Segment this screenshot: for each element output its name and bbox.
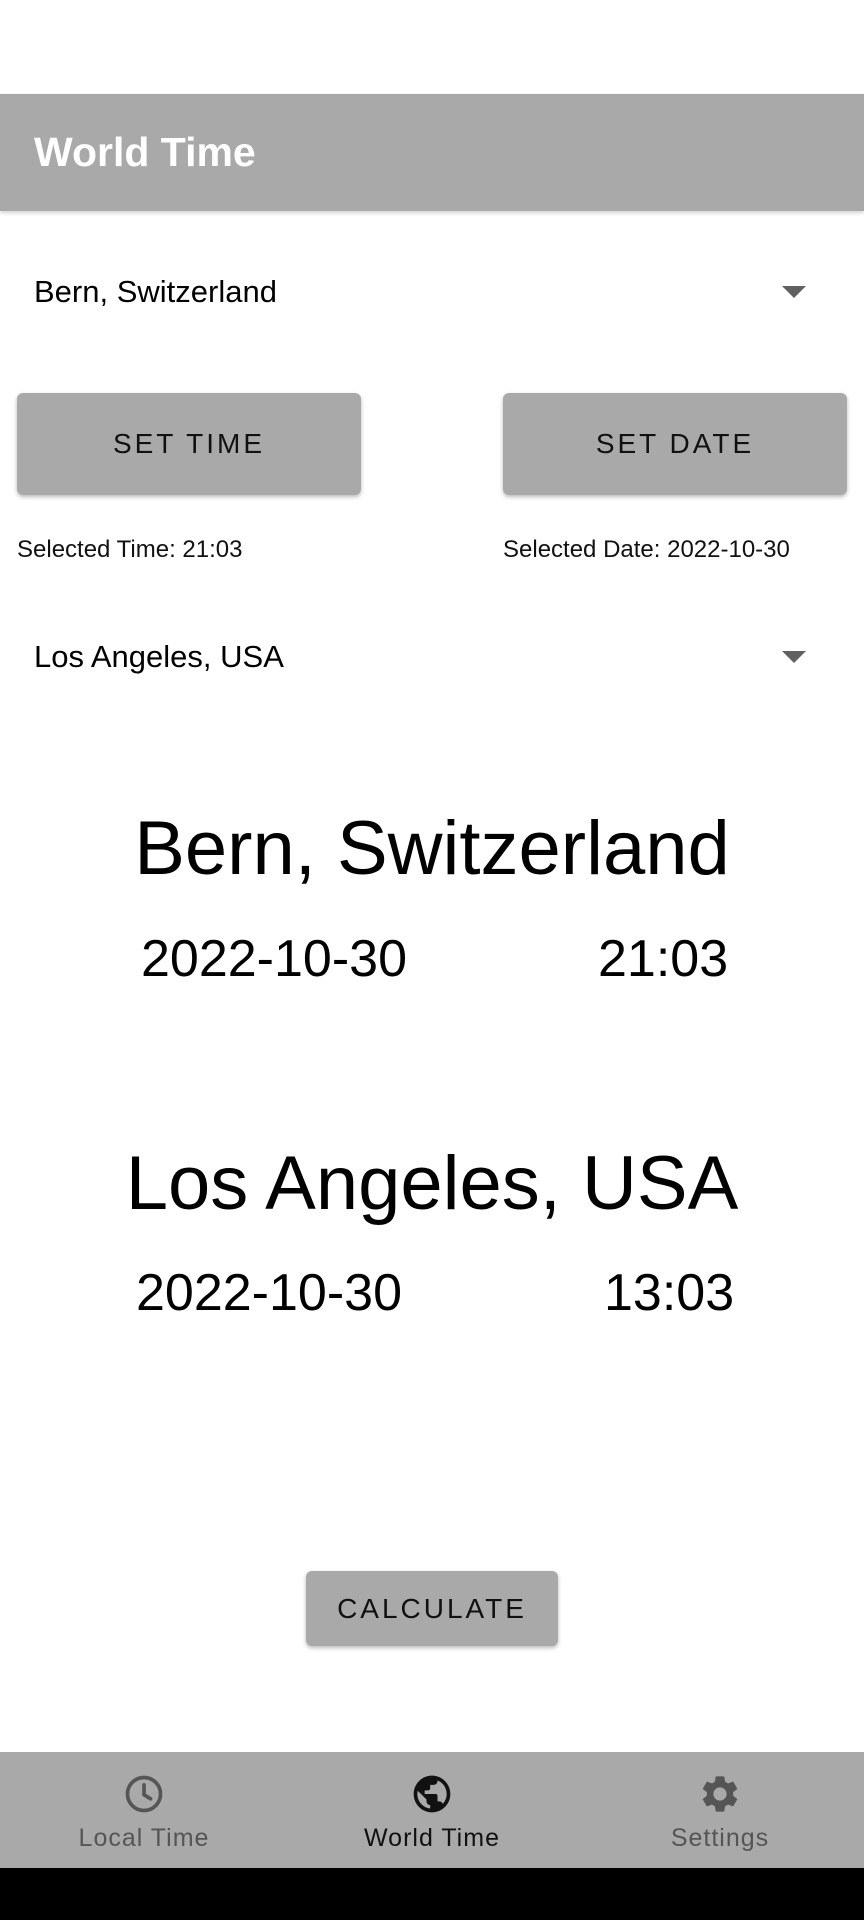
set-time-button[interactable]: SET TIME xyxy=(17,393,361,495)
status-bar xyxy=(0,0,864,94)
nav-label-local-time: Local Time xyxy=(78,1824,210,1852)
gear-icon xyxy=(702,1776,738,1812)
dropdown-arrow-icon xyxy=(782,651,806,663)
set-date-button[interactable]: SET DATE xyxy=(503,393,847,495)
target-city-value: Los Angeles, USA xyxy=(34,639,284,674)
bottom-navigation: Local Time World Time Settings xyxy=(0,1752,864,1868)
source-time-value: 21:03 xyxy=(598,930,729,988)
target-city-title: Los Angeles, USA xyxy=(125,1141,739,1226)
nav-label-world-time: World Time xyxy=(364,1824,500,1852)
target-date-value: 2022-10-30 xyxy=(136,1264,402,1322)
page-title: World Time xyxy=(34,129,256,175)
nav-item-local-time[interactable]: Local Time xyxy=(0,1752,288,1868)
clock-icon xyxy=(125,1775,163,1813)
system-navigation-bar xyxy=(0,1868,864,1920)
target-time-value: 13:03 xyxy=(604,1264,735,1322)
globe-icon xyxy=(413,1775,451,1813)
app-bar: World Time xyxy=(0,94,864,211)
calculate-button[interactable]: CALCULATE xyxy=(306,1571,558,1646)
selected-date-label: Selected Date: 2022-10-30 xyxy=(503,536,790,563)
source-city-value: Bern, Switzerland xyxy=(34,274,277,309)
dropdown-arrow-icon xyxy=(782,286,806,298)
source-city-title: Bern, Switzerland xyxy=(134,806,730,891)
nav-label-settings: Settings xyxy=(670,1824,770,1852)
nav-item-world-time[interactable]: World Time xyxy=(288,1752,576,1868)
nav-item-settings[interactable]: Settings xyxy=(576,1752,864,1868)
source-date-value: 2022-10-30 xyxy=(141,930,407,988)
selected-time-label: Selected Time: 21:03 xyxy=(17,536,243,563)
target-city-dropdown[interactable]: Los Angeles, USA xyxy=(34,617,830,697)
source-city-dropdown[interactable]: Bern, Switzerland xyxy=(34,252,830,332)
